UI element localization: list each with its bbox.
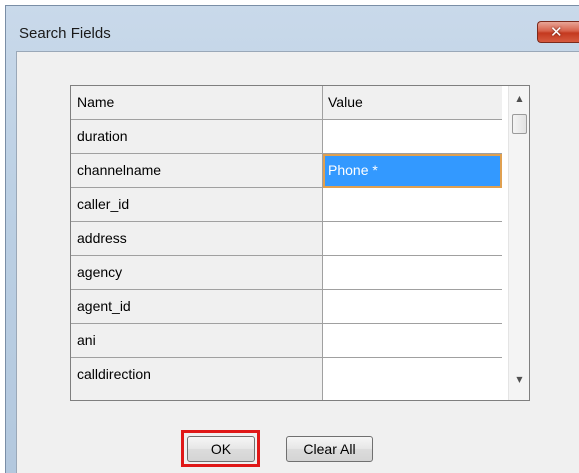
field-name-cell: ani [71, 324, 323, 358]
field-value-cell[interactable] [323, 188, 502, 222]
table-row[interactable]: channelname Phone * [71, 154, 508, 188]
field-value-cell[interactable] [323, 358, 502, 400]
table-row[interactable]: address [71, 222, 508, 256]
column-header-name[interactable]: Name [71, 86, 323, 120]
field-name-cell: duration [71, 120, 323, 154]
close-icon: ✕ [550, 23, 563, 41]
field-name-cell: address [71, 222, 323, 256]
table-row[interactable]: ani [71, 324, 508, 358]
field-value-cell-selected[interactable]: Phone * [323, 154, 502, 188]
table-row[interactable]: agency [71, 256, 508, 290]
table-row[interactable]: caller_id [71, 188, 508, 222]
field-name-cell: agency [71, 256, 323, 290]
field-value-cell[interactable] [323, 324, 502, 358]
column-header-value[interactable]: Value [323, 86, 502, 120]
field-value-cell[interactable] [323, 222, 502, 256]
scrollbar-thumb[interactable] [512, 114, 527, 134]
vertical-scrollbar[interactable]: ▲ ▼ [508, 86, 529, 400]
table-row[interactable]: duration [71, 120, 508, 154]
scroll-up-arrow-icon[interactable]: ▲ [509, 90, 530, 108]
field-name-cell: caller_id [71, 188, 323, 222]
field-name-cell: agent_id [71, 290, 323, 324]
ok-button[interactable]: OK [187, 436, 255, 462]
field-value-cell[interactable] [323, 290, 502, 324]
window-title: Search Fields [19, 25, 111, 42]
search-fields-grid: Name Value duration channelname Phone * … [70, 85, 530, 401]
field-value-cell[interactable] [323, 120, 502, 154]
table-row[interactable]: calldirection [71, 358, 508, 400]
table-row[interactable]: agent_id [71, 290, 508, 324]
field-name-cell: calldirection [71, 358, 323, 400]
scroll-down-arrow-icon[interactable]: ▼ [509, 371, 530, 389]
close-button[interactable]: ✕ [537, 21, 579, 43]
field-value-cell[interactable] [323, 256, 502, 290]
field-name-cell: channelname [71, 154, 323, 188]
grid-header-row: Name Value [71, 86, 508, 120]
clear-all-button[interactable]: Clear All [286, 436, 373, 462]
